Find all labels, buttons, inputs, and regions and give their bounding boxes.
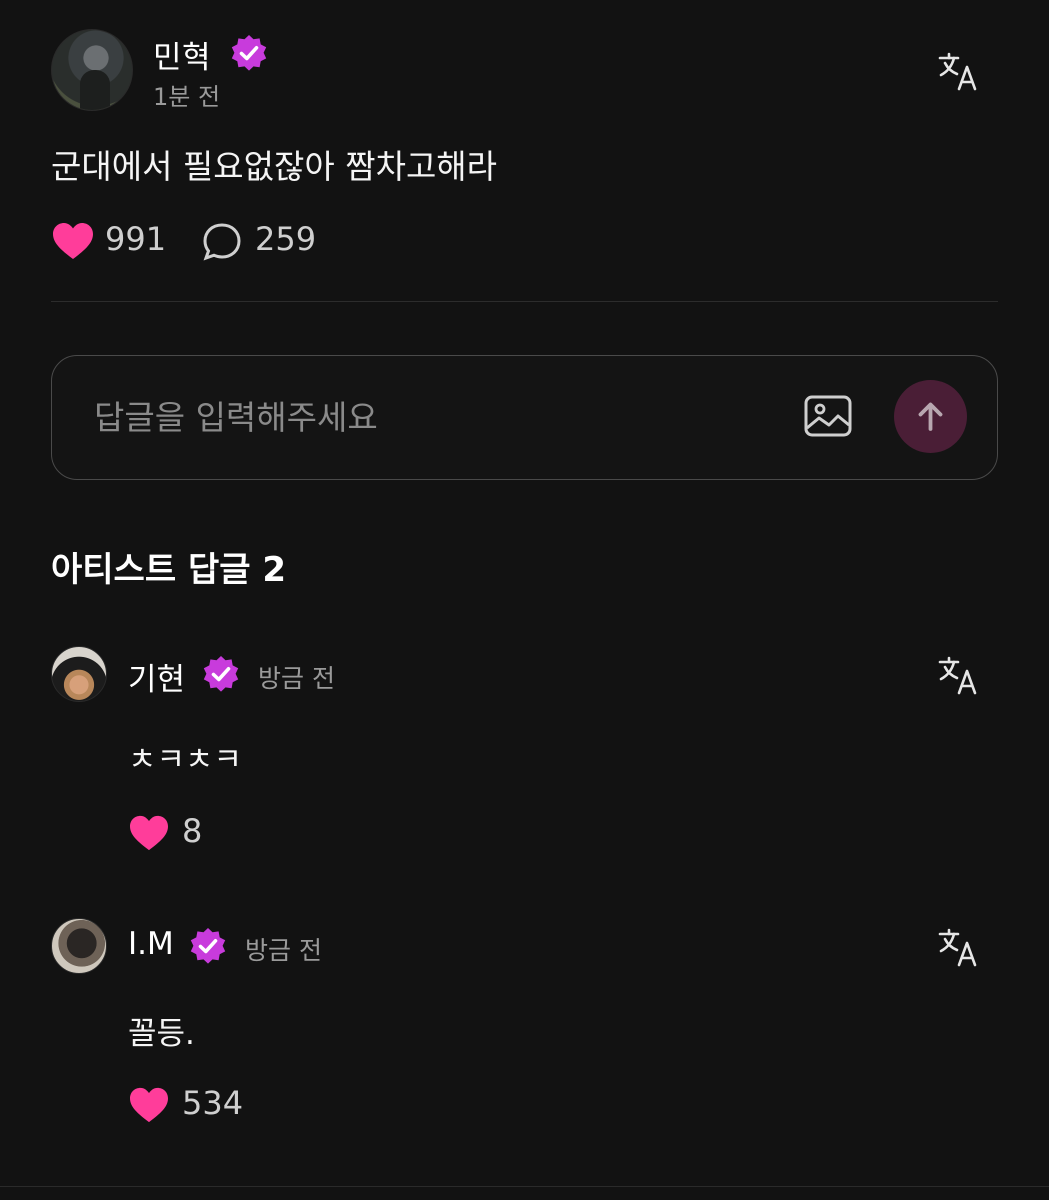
author-name[interactable]: 민혁	[153, 32, 211, 77]
post-likes-count: 991	[105, 220, 167, 258]
reply-time: 방금 전	[245, 936, 322, 965]
divider	[51, 301, 998, 302]
reply-author[interactable]: 기현	[128, 654, 185, 699]
reply-input[interactable]	[94, 390, 774, 444]
image-icon[interactable]	[803, 392, 853, 442]
post-header: 민혁 1분 전	[51, 29, 998, 111]
reply-avatar[interactable]	[51, 646, 107, 702]
post-detail-page: 민혁 1분 전 군대에서 필요없잖아 짬차고해라 991 259 답글을 입력해…	[0, 0, 1049, 1200]
arrow-up-icon	[918, 402, 943, 431]
verified-badge-icon	[231, 35, 267, 71]
divider	[0, 1186, 1049, 1187]
translate-icon[interactable]	[937, 49, 981, 93]
comment-icon[interactable]	[201, 221, 243, 263]
reply-item: 기현 방금 전 ㅊㅋㅊㅋ 8	[51, 646, 998, 866]
reply-composer	[51, 355, 998, 480]
heart-icon[interactable]	[128, 1086, 170, 1124]
reply-item: I.M 방금 전 꼴등. 534	[51, 918, 998, 1128]
verified-badge-icon	[190, 928, 226, 964]
reply-likes-count: 8	[182, 812, 203, 850]
post-text: 군대에서 필요없잖아 짬차고해라	[51, 147, 498, 186]
send-button[interactable]	[894, 380, 967, 453]
artist-replies-title: 아티스트 답글 2	[51, 550, 287, 590]
reply-text: ㅊㅋㅊㅋ	[128, 742, 243, 778]
reply-avatar[interactable]	[51, 918, 107, 974]
reply-likes-count: 534	[182, 1084, 244, 1122]
translate-icon[interactable]	[937, 925, 981, 969]
post-comments-count: 259	[255, 220, 317, 258]
author-avatar[interactable]	[51, 29, 133, 111]
verified-badge-icon	[203, 656, 239, 692]
post-time: 1분 전	[153, 83, 221, 111]
translate-icon[interactable]	[937, 653, 981, 697]
heart-icon[interactable]	[51, 221, 95, 261]
heart-icon[interactable]	[128, 814, 170, 852]
post-stats: 991 259	[51, 218, 451, 264]
reply-time: 방금 전	[258, 664, 335, 693]
reply-text: 꼴등.	[128, 1016, 195, 1052]
reply-author[interactable]: I.M	[128, 926, 174, 962]
